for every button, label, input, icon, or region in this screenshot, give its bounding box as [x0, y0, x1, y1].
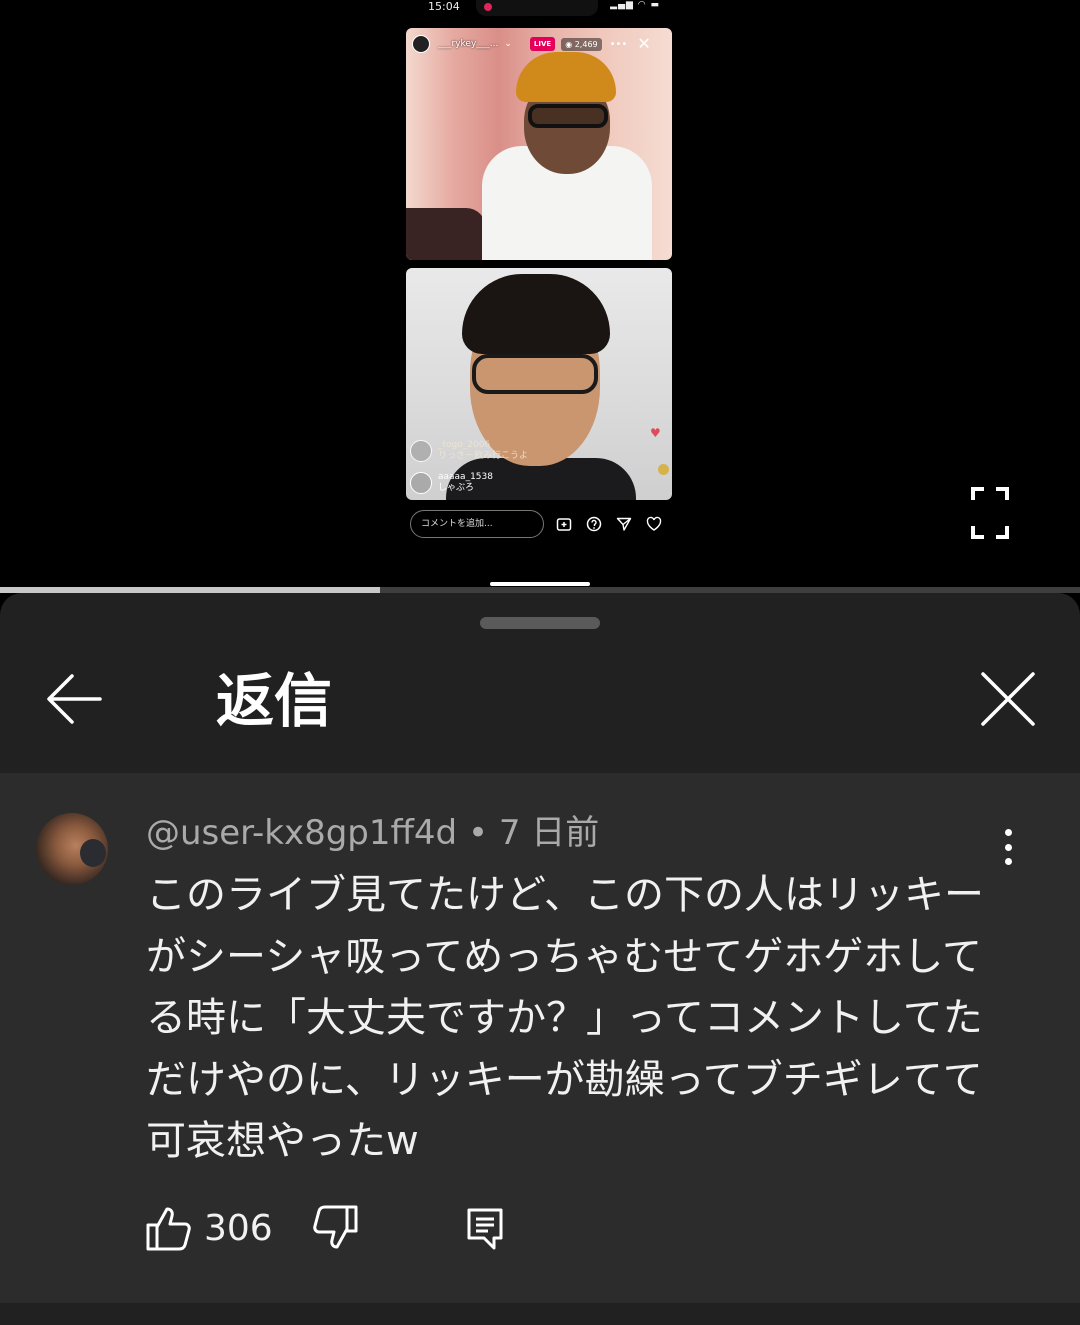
add-guest-icon [554, 514, 574, 534]
dot [1004, 858, 1012, 865]
live-comment-text: しゃぶろ [438, 483, 475, 493]
more-icon: ••• [609, 38, 628, 50]
live-bottom-bar: コメントを追加... [410, 510, 672, 538]
panel-header: 返信 [0, 633, 1080, 773]
drag-handle[interactable] [480, 617, 600, 629]
fullscreen-icon[interactable] [970, 486, 1010, 540]
host-hat [516, 52, 616, 102]
home-indicator [490, 582, 590, 586]
viewer-count: ◉ 2,469 [561, 37, 602, 51]
question-icon [584, 514, 604, 534]
comment-author[interactable]: @user-kx8gp1ff4d [146, 813, 457, 853]
arrow-left-icon [47, 674, 102, 724]
panel-title: 返信 [216, 667, 333, 735]
guest-hair [462, 274, 610, 354]
guest-glasses [472, 354, 598, 394]
live-badge: LIVE [529, 37, 556, 51]
like-button[interactable] [146, 1205, 192, 1251]
couch-shape [406, 208, 486, 260]
thumbs-up-icon [146, 1207, 191, 1251]
host-avatar [412, 35, 430, 53]
comment-actions: 306 [146, 1205, 546, 1255]
avatar-glove [80, 839, 106, 867]
comment-icon [467, 1208, 503, 1250]
avatar[interactable] [36, 813, 108, 885]
dislike-button[interactable] [312, 1205, 358, 1251]
host-glasses [528, 104, 608, 128]
live-comment-text: りっきー飲み行こうよ [438, 451, 529, 461]
floating-emoji-icon [658, 464, 669, 475]
live-host-video: ___rykey___... ⌄ LIVE ◉ 2,469 ••• ✕ [406, 28, 672, 260]
live-comment: aaaaa_1538 しゃぶろ [410, 472, 493, 494]
viewer-count-value: 2,469 [574, 39, 598, 49]
screen-recording: 15:04 ▂▄▆ ◠ ▬ ___rykey___... ⌄ LIVE ◉ 2,… [400, 0, 680, 560]
panel-footer [0, 1303, 1080, 1325]
comment-text: このライブ見てたけど、この下の人はリッキーがシーシャ吸ってめっちゃむせてゲホゲホ… [146, 872, 984, 1164]
live-comment-user: aaaaa_1538 [438, 472, 493, 482]
comment-item: @user-kx8gp1ff4d • 7 日前 このライブ見てたけど、この下の人… [0, 773, 1080, 1303]
heart-icon [644, 514, 664, 534]
live-top-bar: ___rykey___... ⌄ LIVE ◉ 2,469 ••• ✕ [412, 34, 666, 54]
host-username: ___rykey___... [438, 39, 499, 49]
live-comment: _togo_2006 りっきー飲み行こうよ [410, 440, 528, 462]
commenter-avatar [410, 440, 432, 462]
meta-separator: • [457, 813, 499, 853]
thumbs-down-icon [313, 1205, 358, 1249]
live-comment-input: コメントを追加... [410, 510, 544, 538]
replies-panel: 返信 @user-kx8gp1ff4d • 7 日前 このライブ見てたけど、この… [0, 593, 1080, 1325]
close-icon [981, 672, 1035, 726]
live-comment-user: _togo_2006 [438, 440, 491, 450]
dynamic-island [476, 0, 598, 16]
recording-dot-icon [484, 3, 492, 11]
commenter-avatar [410, 472, 432, 494]
dot [1004, 843, 1012, 851]
close-button[interactable] [972, 663, 1044, 735]
send-icon [614, 514, 634, 534]
status-time: 15:04 [428, 0, 460, 13]
close-icon: ✕ [637, 34, 651, 53]
status-icons: ▂▄▆ ◠ ▬ [610, 0, 660, 10]
chevron-down-icon: ⌄ [504, 39, 512, 49]
comment-time: 7 日前 [498, 813, 600, 853]
floating-heart-icon: ♥ [650, 426, 661, 440]
more-vert-icon[interactable] [990, 825, 1026, 869]
live-guest-video: _togo_2006 りっきー飲み行こうよ aaaaa_1538 しゃぶろ ♥ [406, 268, 672, 500]
comment-meta: @user-kx8gp1ff4d • 7 日前 [146, 811, 599, 855]
back-button[interactable] [40, 663, 108, 735]
like-count: 306 [204, 1208, 273, 1249]
video-player[interactable]: 15:04 ▂▄▆ ◠ ▬ ___rykey___... ⌄ LIVE ◉ 2,… [0, 0, 1080, 586]
dot [1004, 829, 1012, 836]
reply-button[interactable] [466, 1207, 506, 1251]
